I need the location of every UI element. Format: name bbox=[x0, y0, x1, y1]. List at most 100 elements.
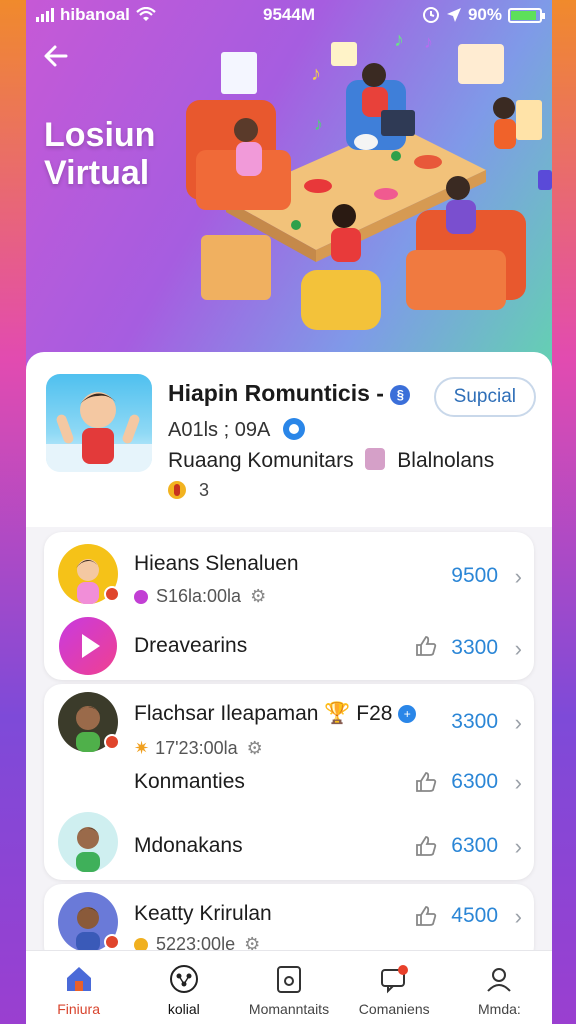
person-icon bbox=[134, 590, 148, 604]
member-sub: ✷ 17'23:00la ⚙ bbox=[134, 738, 263, 759]
user-icon bbox=[483, 963, 515, 995]
svg-text:♪: ♪ bbox=[311, 63, 321, 85]
member-sub-text: 17'23:00la bbox=[155, 738, 238, 758]
tab-moments[interactable]: Momanntaits bbox=[236, 951, 341, 1024]
settings-icon: ⚙ bbox=[246, 738, 263, 758]
hero-title: Losiun Virtual bbox=[44, 116, 155, 192]
member-value: 6300 bbox=[451, 834, 498, 857]
member-name-text: Flachsar Ileapaman bbox=[134, 702, 319, 725]
home-icon bbox=[63, 963, 95, 995]
group-header-card: Hiapin Romunticis - § Supcial A01ls ; 09… bbox=[26, 352, 552, 527]
member-card-2: Flachsar Ileapaman 🏆 F28 + ✷ 17'23:00la ⚙… bbox=[44, 684, 534, 880]
coin-icon bbox=[168, 481, 186, 499]
battery-icon bbox=[508, 7, 545, 23]
hero-title-line1: Losiun bbox=[44, 116, 156, 154]
member-name: Keatty Krirulan bbox=[134, 902, 272, 925]
group-description: Ruaang Komunitars Blalnolans bbox=[168, 448, 494, 473]
list-item[interactable]: Mdonakans 6300 › bbox=[44, 812, 534, 872]
group-description-left: Ruaang Komunitars bbox=[168, 449, 354, 472]
verified-icon: § bbox=[390, 385, 411, 405]
avatar bbox=[58, 692, 120, 752]
tab-social[interactable]: kolial bbox=[131, 951, 236, 1024]
settings-icon: ⚙ bbox=[250, 586, 267, 606]
member-value: 4500 bbox=[451, 904, 498, 927]
tab-profile[interactable]: Mmda: bbox=[447, 951, 552, 1024]
status-bar: hibanoal 9544M 90% bbox=[26, 0, 552, 30]
svg-text:♪: ♪ bbox=[394, 30, 404, 51]
trophy-icon: 🏆 bbox=[324, 702, 351, 725]
list-item[interactable]: Hieans Slenaluen S16la:00la ⚙ 9500 › bbox=[44, 544, 534, 607]
tab-label: Momanntaits bbox=[248, 1001, 330, 1017]
group-thumbnail[interactable] bbox=[46, 374, 152, 472]
carrier-label: hibanoal bbox=[60, 5, 130, 24]
chevron-right-icon: › bbox=[514, 710, 522, 735]
chevron-right-icon: › bbox=[514, 770, 522, 795]
tab-label: Mmda: bbox=[478, 1001, 521, 1017]
member-sub: S16la:00la ⚙ bbox=[134, 586, 266, 607]
chevron-right-icon: › bbox=[514, 834, 522, 859]
thumbs-up-icon[interactable] bbox=[414, 634, 438, 664]
group-id-text: A01ls ; 09A bbox=[168, 419, 270, 441]
avatar bbox=[58, 892, 120, 952]
tab-label: kolial bbox=[167, 1001, 200, 1017]
member-value: 9500 bbox=[451, 564, 498, 587]
thumbs-up-icon[interactable] bbox=[414, 904, 438, 934]
chevron-right-icon: › bbox=[514, 636, 522, 661]
app-screen: hibanoal 9544M 90% Losiun Virtual ♪ ♪ ♪ … bbox=[26, 0, 552, 1024]
location-icon bbox=[446, 8, 461, 22]
avatar bbox=[58, 544, 120, 604]
group-description-right: Blalnolans bbox=[397, 449, 495, 472]
battery-percent: 90% bbox=[467, 5, 502, 24]
group-id: A01ls ; 09A bbox=[168, 418, 305, 442]
group-count-value: 3 bbox=[199, 480, 210, 500]
clipboard-icon bbox=[273, 963, 305, 995]
bottom-tab-bar: Finiura kolial Momanntaits Comaniens Mmd… bbox=[26, 950, 552, 1024]
play-icon bbox=[59, 617, 117, 675]
tab-home[interactable]: Finiura bbox=[26, 951, 131, 1024]
member-name: Flachsar Ileapaman 🏆 F28 + bbox=[134, 702, 417, 726]
member-tag: F28 bbox=[356, 702, 393, 725]
group-name-text: Hiapin Romunticis - bbox=[168, 380, 384, 406]
sun-icon: ✷ bbox=[134, 738, 150, 758]
hero-title-line2: Virtual bbox=[44, 154, 150, 192]
status-badge bbox=[104, 934, 120, 950]
avatar bbox=[58, 812, 118, 872]
svg-text:♪: ♪ bbox=[424, 32, 433, 52]
arrow-left-icon bbox=[44, 45, 68, 67]
list-item[interactable]: Keatty Krirulan 5223:00le ⚙ 4500 › bbox=[44, 892, 534, 954]
community-illustration: ♪ ♪ ♪ ♪ bbox=[186, 30, 552, 330]
tab-comments[interactable]: Comaniens bbox=[342, 951, 447, 1024]
thumbs-up-icon[interactable] bbox=[414, 834, 438, 864]
verified-icon: + bbox=[398, 705, 417, 723]
status-time: 9544M bbox=[263, 5, 315, 24]
chevron-right-icon: › bbox=[514, 564, 522, 589]
status-badge bbox=[104, 734, 120, 750]
member-sub-text: S16la:00la bbox=[156, 586, 242, 606]
member-name: Konmanties bbox=[134, 770, 245, 793]
list-item[interactable]: Dreavearins 3300 › bbox=[44, 616, 534, 676]
back-button[interactable] bbox=[42, 42, 74, 74]
member-value: 3300 bbox=[451, 710, 498, 733]
thumbs-up-icon[interactable] bbox=[414, 770, 438, 800]
group-avatar-image bbox=[46, 392, 152, 472]
svg-text:♪: ♪ bbox=[314, 114, 323, 134]
list-item[interactable]: Flachsar Ileapaman 🏆 F28 + ✷ 17'23:00la ⚙… bbox=[44, 692, 534, 758]
tab-label: Finiura bbox=[57, 1001, 100, 1017]
special-button[interactable]: Supcial bbox=[433, 377, 536, 417]
member-name: Mdonakans bbox=[134, 834, 243, 857]
member-name: Dreavearins bbox=[134, 634, 248, 657]
chat-bubble-icon bbox=[282, 418, 305, 440]
group-name: Hiapin Romunticis - § bbox=[168, 380, 411, 407]
network-icon bbox=[168, 963, 200, 995]
member-value: 3300 bbox=[451, 636, 498, 659]
message-icon bbox=[378, 963, 410, 995]
wifi-icon bbox=[136, 7, 156, 21]
avatar bbox=[58, 616, 118, 676]
alarm-icon bbox=[422, 7, 439, 23]
group-count: 3 bbox=[168, 480, 209, 501]
status-badge bbox=[104, 586, 120, 602]
signal-icon bbox=[36, 8, 54, 22]
chevron-right-icon: › bbox=[514, 904, 522, 929]
member-value: 6300 bbox=[451, 770, 498, 793]
person-emoji-icon bbox=[365, 448, 386, 470]
